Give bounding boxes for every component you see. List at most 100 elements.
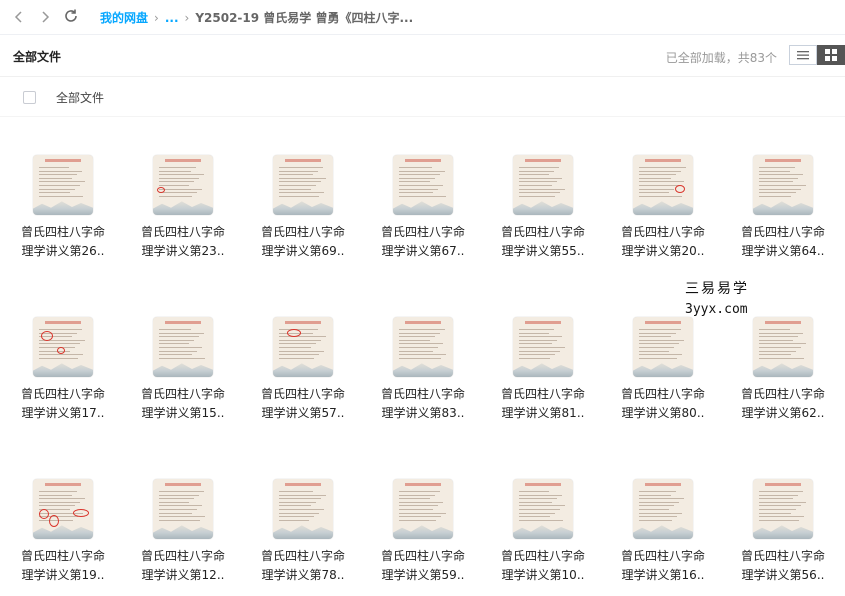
- file-name-line1: 曾氏四柱八字命: [620, 549, 705, 563]
- file-thumbnail[interactable]: [753, 479, 813, 539]
- file-item[interactable]: 曾氏四柱八字命 理学讲义第23..: [123, 155, 243, 261]
- file-name[interactable]: 曾氏四柱八字命 理学讲义第78..: [243, 547, 363, 585]
- thumbnail-mountain: [393, 201, 453, 215]
- file-thumbnail[interactable]: [273, 155, 333, 215]
- file-thumbnail[interactable]: [513, 317, 573, 377]
- file-name[interactable]: 曾氏四柱八字命 理学讲义第83..: [363, 385, 483, 423]
- file-name[interactable]: 曾氏四柱八字命 理学讲义第17..: [3, 385, 123, 423]
- file-name[interactable]: 曾氏四柱八字命 理学讲义第81..: [483, 385, 603, 423]
- thumbnail-text-line: [519, 501, 552, 503]
- file-thumbnail[interactable]: [753, 155, 813, 215]
- file-name[interactable]: 曾氏四柱八字命 理学讲义第16..: [603, 547, 723, 585]
- file-name-line2: 理学讲义第81..: [501, 406, 585, 420]
- thumbnail-text-line: [759, 329, 790, 330]
- file-item[interactable]: 曾氏四柱八字命 理学讲义第64..: [723, 155, 843, 261]
- file-thumbnail[interactable]: [33, 479, 93, 539]
- file-name[interactable]: 曾氏四柱八字命 理学讲义第67..: [363, 223, 483, 261]
- file-name[interactable]: 曾氏四柱八字命 理学讲义第62..: [723, 385, 843, 423]
- thumbnail-text-line: [759, 498, 793, 500]
- file-thumbnail[interactable]: [153, 155, 213, 215]
- file-name[interactable]: 曾氏四柱八字命 理学讲义第26..: [3, 223, 123, 261]
- thumbnail-text-line: [39, 491, 77, 492]
- thumbnail-text-line: [279, 357, 314, 359]
- file-item[interactable]: 曾氏四柱八字命 理学讲义第83..: [363, 317, 483, 423]
- thumbnail-heading: [645, 321, 681, 324]
- file-name[interactable]: 曾氏四柱八字命 理学讲义第20..: [603, 223, 723, 261]
- thumbnail-text-line: [279, 505, 311, 507]
- file-item[interactable]: 曾氏四柱八字命 理学讲义第10..: [483, 479, 603, 585]
- file-item[interactable]: 曾氏四柱八字命 理学讲义第19..: [3, 479, 123, 585]
- file-thumbnail[interactable]: [753, 317, 813, 377]
- file-item[interactable]: 曾氏四柱八字命 理学讲义第20..: [603, 155, 723, 261]
- file-thumbnail[interactable]: [513, 479, 573, 539]
- file-name[interactable]: 曾氏四柱八字命 理学讲义第19..: [3, 547, 123, 585]
- file-thumbnail[interactable]: [633, 155, 693, 215]
- thumbnail-text-line: [279, 336, 326, 338]
- file-item[interactable]: 曾氏四柱八字命 理学讲义第80..: [603, 317, 723, 423]
- thumbnail-text-line: [399, 354, 446, 356]
- file-item[interactable]: 曾氏四柱八字命 理学讲义第16..: [603, 479, 723, 585]
- file-item[interactable]: 曾氏四柱八字命 理学讲义第59..: [363, 479, 483, 585]
- thumbnail-text-line: [759, 494, 798, 496]
- file-thumbnail[interactable]: [153, 317, 213, 377]
- file-item[interactable]: 曾氏四柱八字命 理学讲义第17..: [3, 317, 123, 423]
- file-name[interactable]: 曾氏四柱八字命 理学讲义第55..: [483, 223, 603, 261]
- file-name[interactable]: 曾氏四柱八字命 理学讲义第23..: [123, 223, 243, 261]
- file-thumbnail[interactable]: [33, 155, 93, 215]
- file-name[interactable]: 曾氏四柱八字命 理学讲义第69..: [243, 223, 363, 261]
- file-item[interactable]: 曾氏四柱八字命 理学讲义第12..: [123, 479, 243, 585]
- file-name[interactable]: 曾氏四柱八字命 理学讲义第10..: [483, 547, 603, 585]
- file-name[interactable]: 曾氏四柱八字命 理学讲义第56..: [723, 547, 843, 585]
- thumbnail-text-line: [519, 491, 549, 492]
- thumbnail-text-line: [159, 181, 194, 183]
- file-thumbnail[interactable]: [633, 317, 693, 377]
- file-item[interactable]: 曾氏四柱八字命 理学讲义第78..: [243, 479, 363, 585]
- file-item[interactable]: 曾氏四柱八字命 理学讲义第26..: [3, 155, 123, 261]
- thumbnail-text-line: [159, 512, 192, 514]
- thumbnail-text-line: [759, 192, 796, 194]
- thumbnail-text-line: [759, 181, 793, 183]
- file-item[interactable]: 曾氏四柱八字命 理学讲义第56..: [723, 479, 843, 585]
- thumbnail-annotation-mark: [49, 515, 59, 527]
- file-item[interactable]: 曾氏四柱八字命 理学讲义第67..: [363, 155, 483, 261]
- file-thumbnail[interactable]: [33, 317, 93, 377]
- thumbnail-text-line: [519, 339, 557, 341]
- file-name-line2: 理学讲义第16..: [621, 568, 705, 582]
- file-thumbnail[interactable]: [393, 155, 453, 215]
- thumbnail-text-line: [399, 336, 435, 338]
- thumbnail-text-line: [279, 174, 313, 176]
- thumbnail-text-line: [759, 516, 804, 518]
- thumbnail-heading: [765, 483, 801, 486]
- thumbnail-heading: [405, 159, 441, 162]
- file-item[interactable]: 曾氏四柱八字命 理学讲义第15..: [123, 317, 243, 423]
- file-thumbnail[interactable]: [153, 479, 213, 539]
- thumbnail-text-line: [639, 192, 669, 194]
- thumbnail-text-line: [519, 509, 560, 510]
- file-thumbnail[interactable]: [393, 479, 453, 539]
- file-item[interactable]: 曾氏四柱八字命 理学讲义第62..: [723, 317, 843, 423]
- file-thumbnail[interactable]: [393, 317, 453, 377]
- thumbnail-text-line: [39, 329, 82, 330]
- file-item[interactable]: 曾氏四柱八字命 理学讲义第81..: [483, 317, 603, 423]
- thumbnail-text-line: [519, 195, 555, 197]
- file-name[interactable]: 曾氏四柱八字命 理学讲义第80..: [603, 385, 723, 423]
- file-name[interactable]: 曾氏四柱八字命 理学讲义第15..: [123, 385, 243, 423]
- file-name[interactable]: 曾氏四柱八字命 理学讲义第59..: [363, 547, 483, 585]
- thumbnail-text-line: [39, 505, 75, 507]
- file-item[interactable]: 曾氏四柱八字命 理学讲义第55..: [483, 155, 603, 261]
- thumbnail-mountain: [513, 525, 573, 539]
- thumbnail-text-line: [759, 519, 799, 521]
- file-item[interactable]: 曾氏四柱八字命 理学讲义第57..: [243, 317, 363, 423]
- thumbnail-text-line: [399, 516, 441, 518]
- file-name-line2: 理学讲义第83..: [381, 406, 465, 420]
- file-name[interactable]: 曾氏四柱八字命 理学讲义第64..: [723, 223, 843, 261]
- file-name[interactable]: 曾氏四柱八字命 理学讲义第57..: [243, 385, 363, 423]
- file-thumbnail[interactable]: [273, 317, 333, 377]
- file-item[interactable]: 曾氏四柱八字命 理学讲义第69..: [243, 155, 363, 261]
- file-thumbnail[interactable]: [513, 155, 573, 215]
- file-name[interactable]: 曾氏四柱八字命 理学讲义第12..: [123, 547, 243, 585]
- thumbnail-heading: [165, 159, 201, 162]
- file-thumbnail[interactable]: [633, 479, 693, 539]
- thumbnail-text-line: [519, 170, 554, 172]
- file-thumbnail[interactable]: [273, 479, 333, 539]
